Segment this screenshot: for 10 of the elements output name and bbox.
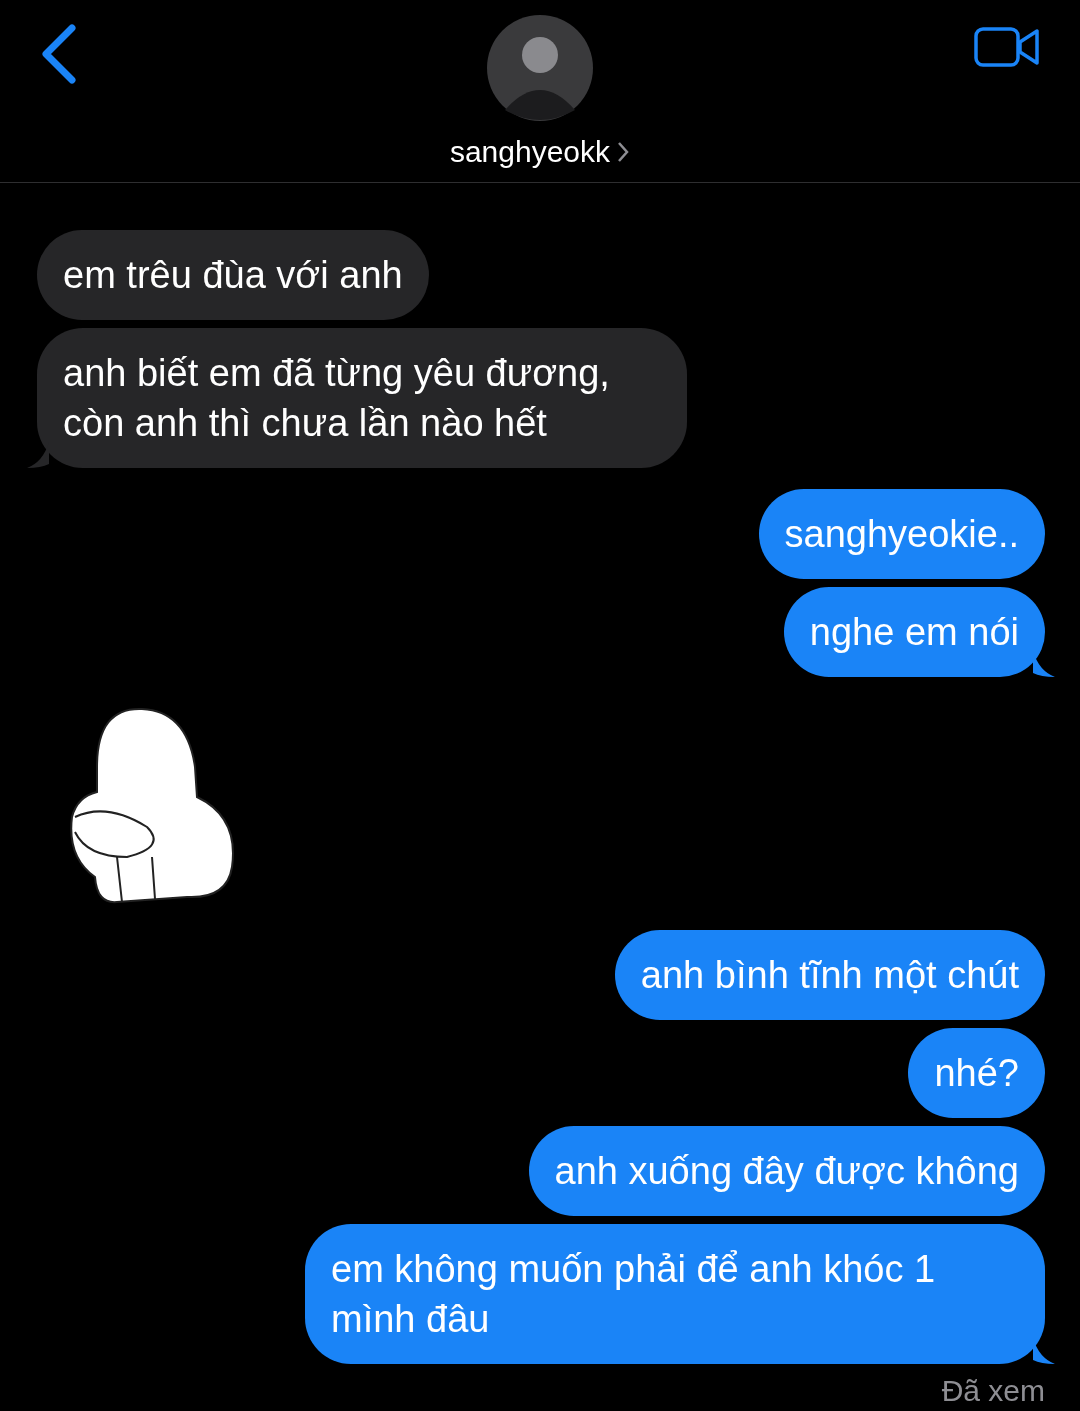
contact-name[interactable]: sanghyeokk xyxy=(449,135,611,169)
message-bubble: anh bình tĩnh một chút xyxy=(614,930,1045,1020)
message-bubble: sanghyeokie.. xyxy=(758,489,1045,579)
chevron-icon[interactable] xyxy=(616,140,631,164)
read-receipt: Đã xem xyxy=(941,1374,1045,1408)
message-bubble: em trêu đùa với anh xyxy=(37,230,429,320)
video-camera-icon[interactable] xyxy=(974,26,1040,68)
avatar-icon[interactable] xyxy=(487,15,593,121)
message-bubble: nhé? xyxy=(908,1028,1045,1118)
message-bubble: anh xuống đây được không xyxy=(528,1126,1045,1216)
